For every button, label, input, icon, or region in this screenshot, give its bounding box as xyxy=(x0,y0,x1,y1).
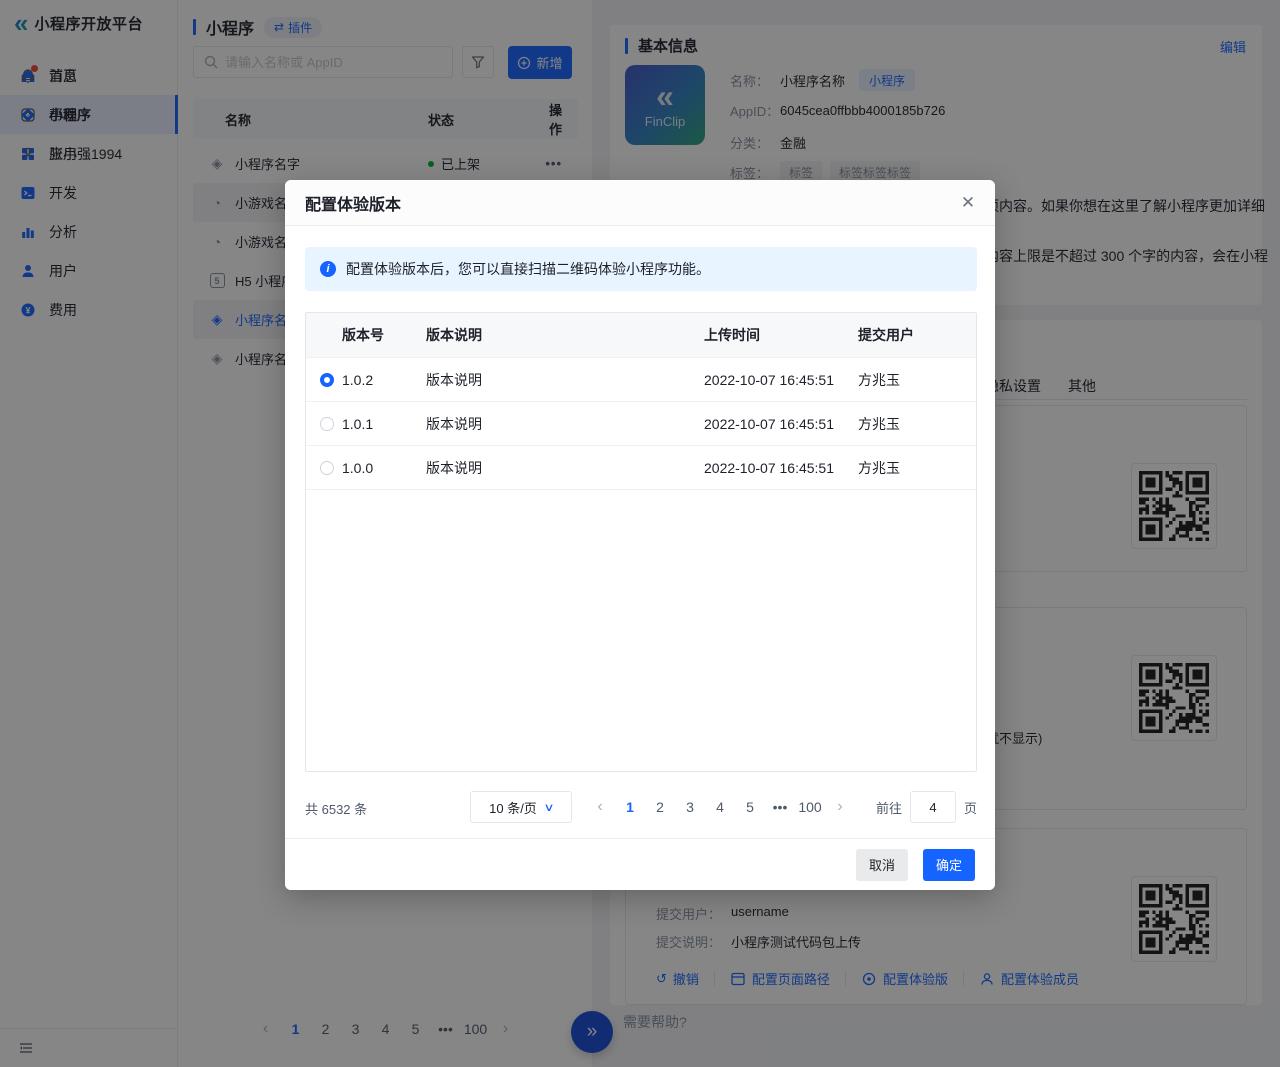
version-table-header: 版本号 版本说明 上传时间 提交用户 xyxy=(306,313,976,358)
page-number[interactable]: 2 xyxy=(648,793,672,821)
page-number[interactable]: 3 xyxy=(678,793,702,821)
page-jumper: 前往 页 xyxy=(876,791,977,823)
page-number[interactable]: 5 xyxy=(738,793,762,821)
radio[interactable] xyxy=(320,461,334,475)
info-banner: i 配置体验版本后，您可以直接扫描二维码体验小程序功能。 xyxy=(305,247,977,291)
page-number[interactable]: 100 xyxy=(798,793,822,821)
cancel-button[interactable]: 取消 xyxy=(856,849,908,881)
info-icon: i xyxy=(320,261,336,277)
column-version: 版本号 xyxy=(306,325,426,345)
radio-selected[interactable] xyxy=(320,373,334,387)
prev-page-icon[interactable]: ‹ xyxy=(588,793,612,821)
page-number[interactable]: 4 xyxy=(708,793,732,821)
modal-header: 配置体验版本 ✕ xyxy=(285,180,995,226)
column-desc: 版本说明 xyxy=(426,325,704,345)
modal-footer: 取消 确定 xyxy=(285,838,995,890)
page-ellipsis[interactable]: ••• xyxy=(768,793,792,821)
page-number[interactable]: 1 xyxy=(618,793,642,821)
version-row[interactable]: 1.0.2 版本说明 2022-10-07 16:45:51 方兆玉 xyxy=(306,358,976,402)
app-root: 基本信息 编辑 « FinClip 名称： 小程序名称 小程序 AppID： 6… xyxy=(0,0,1280,1067)
modal-title: 配置体验版本 xyxy=(305,191,401,215)
jump-page-input[interactable] xyxy=(910,791,956,823)
column-time: 上传时间 xyxy=(704,325,858,345)
radio[interactable] xyxy=(320,417,334,431)
confirm-button[interactable]: 确定 xyxy=(923,849,975,881)
column-user: 提交用户 xyxy=(858,325,977,345)
close-icon[interactable]: ✕ xyxy=(957,192,979,214)
version-row[interactable]: 1.0.0 版本说明 2022-10-07 16:45:51 方兆玉 xyxy=(306,446,976,490)
chevron-down-icon: ∨ xyxy=(543,801,554,814)
next-page-icon[interactable]: › xyxy=(828,793,852,821)
version-table: 版本号 版本说明 上传时间 提交用户 1.0.2 版本说明 2022-10-07… xyxy=(305,312,977,772)
total-count: 共 6532 条 xyxy=(305,799,367,818)
modal-pagination: 共 6532 条 10 条/页 ∨ ‹ 1 2 3 4 5 ••• 100 › … xyxy=(285,791,995,823)
version-row[interactable]: 1.0.1 版本说明 2022-10-07 16:45:51 方兆玉 xyxy=(306,402,976,446)
page-size-select[interactable]: 10 条/页 ∨ xyxy=(470,791,572,823)
configure-trial-version-modal: 配置体验版本 ✕ i 配置体验版本后，您可以直接扫描二维码体验小程序功能。 版本… xyxy=(285,180,995,890)
